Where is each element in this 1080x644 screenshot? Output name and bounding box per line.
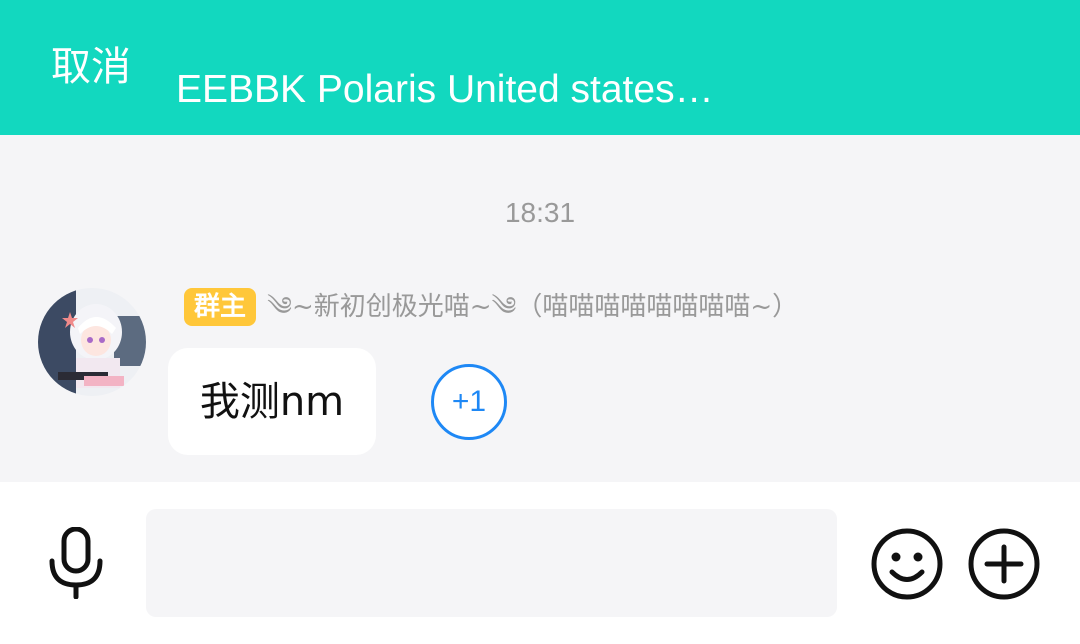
- message-text: 我测nm: [199, 378, 345, 425]
- smiley-face-icon[interactable]: [870, 527, 944, 601]
- sender-line: 群主 ༄~新初创极光喵~༄（喵喵喵喵喵喵喵喵~）: [184, 288, 798, 328]
- top-bar: 取消 EEBBK Polaris United states…: [0, 0, 1080, 135]
- plus-circle-icon[interactable]: [967, 527, 1041, 601]
- message-bubble[interactable]: 我测nm: [168, 348, 376, 455]
- message-timestamp: 18:31: [504, 197, 576, 228]
- avatar[interactable]: [38, 288, 146, 396]
- chat-title: EEBBK Polaris United states…: [176, 68, 714, 111]
- microphone-icon[interactable]: [44, 526, 108, 600]
- owner-badge: 群主: [184, 288, 257, 326]
- chat-area: 18:31 群主 ༄~新初创极光喵~༄（喵喵喵喵喵喵喵喵~） 我测nm +1: [0, 135, 1080, 482]
- message-input[interactable]: [146, 509, 837, 617]
- avatar-image: [38, 288, 146, 396]
- sender-name[interactable]: ༄~新初创极光喵~༄（喵喵喵喵喵喵喵喵~）: [267, 288, 798, 326]
- input-bar: [0, 482, 1080, 644]
- cancel-button[interactable]: 取消: [51, 40, 131, 94]
- plus-one-reaction-button[interactable]: +1: [431, 364, 507, 440]
